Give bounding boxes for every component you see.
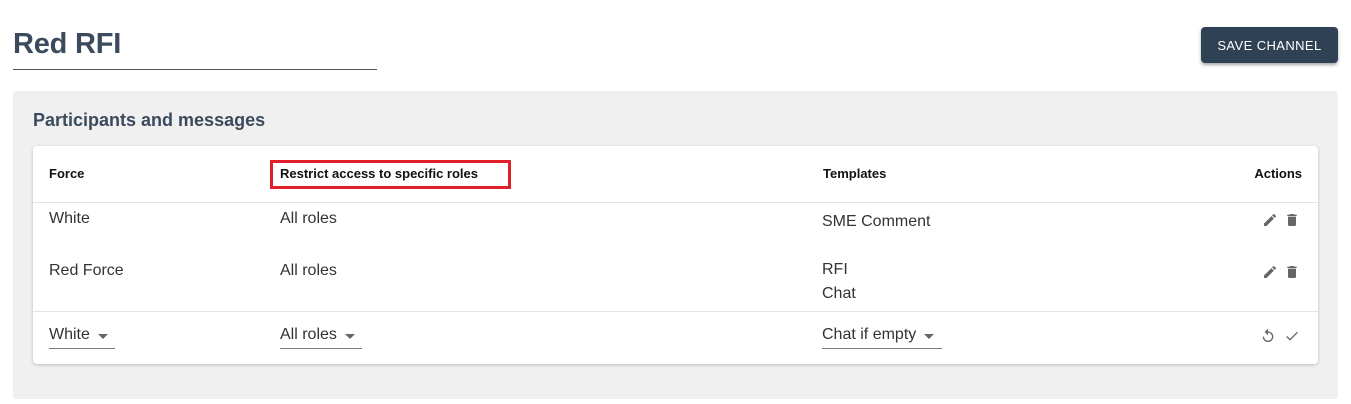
templates-select[interactable]: Chat if empty: [822, 322, 942, 349]
participants-panel: Participants and messages Force Restrict…: [13, 91, 1338, 399]
pencil-icon[interactable]: [1262, 212, 1278, 228]
pencil-icon[interactable]: [1262, 264, 1278, 280]
row-actions: [1262, 264, 1300, 280]
new-participant-row: White All roles Chat if empty: [33, 312, 1318, 364]
roles-select-value: All roles: [280, 326, 337, 343]
panel-title: Participants and messages: [33, 110, 266, 130]
template-item: SME Comment: [822, 213, 931, 230]
check-icon[interactable]: [1284, 328, 1300, 344]
undo-icon[interactable]: [1260, 328, 1276, 344]
chevron-down-icon: [97, 333, 108, 339]
channel-name-field[interactable]: Red RFI: [13, 18, 377, 70]
row-roles: All roles: [280, 262, 337, 279]
chevron-down-icon: [344, 333, 355, 339]
column-header-force: Force: [49, 166, 85, 181]
row-roles: All roles: [280, 210, 337, 227]
column-header-actions: Actions: [1254, 166, 1302, 181]
table-header: Force Restrict access to specific roles …: [33, 146, 1318, 203]
trash-icon[interactable]: [1284, 264, 1300, 280]
chevron-down-icon: [924, 333, 935, 339]
row-force: Red Force: [49, 262, 124, 279]
row-actions: [1260, 328, 1300, 344]
template-item: Chat: [822, 285, 856, 302]
table-row: Red Force All roles RFI Chat: [33, 255, 1318, 312]
force-select[interactable]: White: [49, 322, 115, 349]
save-channel-button[interactable]: SAVE CHANNEL: [1201, 27, 1338, 63]
table-row: White All roles SME Comment: [33, 203, 1318, 255]
row-templates: SME Comment: [822, 210, 930, 234]
template-item: RFI: [822, 261, 848, 278]
trash-icon[interactable]: [1284, 212, 1300, 228]
column-header-roles: Restrict access to specific roles: [280, 166, 478, 181]
participants-table: Force Restrict access to specific roles …: [33, 146, 1318, 364]
column-header-templates: Templates: [823, 166, 887, 181]
channel-title[interactable]: Red RFI: [13, 18, 121, 70]
templates-select-value: Chat if empty: [822, 326, 917, 343]
row-actions: [1262, 212, 1300, 228]
row-force: White: [49, 210, 90, 227]
roles-select[interactable]: All roles: [280, 322, 362, 349]
row-templates: RFI Chat: [822, 258, 856, 306]
force-select-value: White: [49, 326, 90, 343]
